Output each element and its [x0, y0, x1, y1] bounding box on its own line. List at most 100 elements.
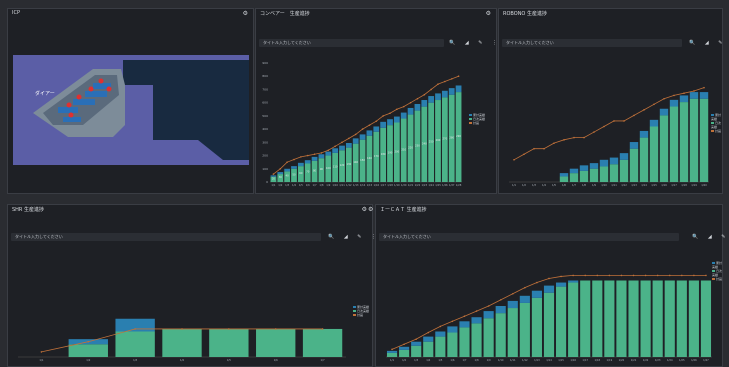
chart-toolbar[interactable]: 🔍 ◢ ✎ ⋮ — [449, 40, 501, 46]
plan-point — [389, 112, 391, 115]
plan-point — [560, 275, 562, 278]
y-tick-label: 400 — [262, 127, 268, 131]
x-tick-label: 1/3 — [414, 358, 418, 362]
bar-cumulative — [447, 326, 458, 333]
bar-cumulative — [459, 321, 470, 328]
bar-daily — [679, 102, 689, 182]
x-tick-label: 1/22 — [415, 183, 421, 187]
x-tick-label: 1/3 — [285, 183, 289, 187]
bar-cumulative — [619, 153, 629, 160]
plan-point — [396, 108, 398, 111]
bar-inner-label: 240 — [422, 141, 427, 145]
panel-title: ＩーＣＡＴ 生産進捗 — [380, 207, 427, 213]
bar-cumulative — [386, 350, 398, 353]
x-tick-label: 1/13 — [353, 183, 359, 187]
bar-daily — [579, 170, 589, 182]
x-tick-label: 1/1 — [512, 183, 516, 187]
bar-daily — [589, 168, 599, 182]
bar-cumulative — [507, 300, 518, 309]
x-tick-label: 1/18 — [387, 183, 393, 187]
y-tick-label: 0 — [266, 180, 268, 184]
bar-cumulative — [579, 165, 589, 171]
x-tick-label: 1/11 — [510, 358, 516, 362]
x-tick-label: 1/17 — [380, 183, 386, 187]
plan-point — [705, 274, 707, 277]
plan-point — [402, 105, 405, 108]
panel-icat: ＩーＣＡＴ 生産進捗 ⚙ タイトル入力してください 🔍 ◢ ✎ 1/1 1/2 1/… — [368, 204, 725, 367]
bar-daily — [619, 159, 629, 182]
x-tick-label: 1/24 — [667, 358, 673, 362]
bar-cumulative — [387, 119, 393, 126]
y-tick-label: 600 — [262, 101, 268, 105]
plan-point — [439, 325, 442, 328]
x-tick-label: 1/16 — [373, 183, 379, 187]
title-input[interactable]: タイトル入力してください — [379, 233, 679, 241]
plan-point — [348, 137, 350, 140]
chart-toolbar[interactable]: 🔍 ◢ ✎ ⋮ — [328, 234, 380, 240]
x-tick-label: 1/3 — [133, 358, 137, 362]
divider[interactable] — [7, 196, 723, 201]
x-tick-label: 1/9 — [592, 183, 596, 187]
x-tick-label: 1/6 — [274, 358, 278, 362]
x-tick-label: 1/19 — [607, 358, 613, 362]
bar-daily — [209, 328, 249, 357]
bar-cumulative — [599, 159, 609, 167]
plan-point — [272, 173, 275, 175]
title-input[interactable]: タイトル入力してください — [502, 39, 682, 47]
title-input[interactable]: タイトル入力してください — [11, 233, 321, 241]
bar-cumulative — [428, 96, 435, 103]
gear-icon[interactable]: ⚙ — [362, 206, 367, 213]
plan-point — [620, 274, 623, 277]
x-tick-label: 1/26 — [691, 358, 697, 362]
bar-inner-label: 210 — [401, 147, 406, 151]
panel-map: ICP ⚙ ダイアー — [7, 8, 254, 194]
panel-title: SHR 生産進捗 — [12, 207, 44, 213]
bar-inner-label: 280 — [449, 135, 454, 139]
chart-conveyor: 0 100 200 300 400 500 600 700 800 900 20 1/1 30 1/2 40… — [262, 61, 462, 187]
plan-point — [451, 320, 454, 323]
bar-cumulative — [411, 341, 422, 346]
x-tick-label: 1/27 — [703, 358, 709, 362]
chart-toolbar[interactable]: 🔍 ◢ ✎ — [689, 40, 726, 46]
bar-daily — [411, 345, 422, 357]
plan-point — [341, 141, 343, 144]
x-tick-label: 1/25 — [679, 358, 685, 362]
bar-cumulative — [441, 90, 448, 98]
title-input[interactable]: タイトル入力してください — [259, 39, 444, 47]
plan-point — [279, 167, 282, 170]
gear-icon[interactable]: ⚙ — [486, 10, 491, 17]
bar-daily — [559, 176, 569, 182]
bar-daily — [640, 280, 651, 357]
panel-title: コンベアー 生産進捗 — [260, 11, 310, 17]
panel-title: ROBONO 生産進捗 — [503, 11, 547, 17]
bar-cumulative — [400, 112, 407, 119]
x-tick-label: 1/7 — [313, 183, 317, 187]
x-tick-label: 1/20 — [401, 183, 407, 187]
x-tick-label: 1/10 — [498, 358, 504, 362]
gear-icon[interactable]: ⚙ — [243, 10, 248, 17]
bar-daily — [659, 115, 669, 182]
x-tick-label: 1/18 — [681, 183, 687, 187]
plan-point — [573, 136, 575, 139]
plan-point — [623, 120, 625, 122]
plan-point — [403, 343, 405, 346]
chart-robono: 1/1 1/2 1/3 1/4 1/5 1/6 1/7 1/8 1/9 1/10 1/11 1/12 1… — [509, 86, 709, 187]
x-tick-label: 1/5 — [438, 358, 442, 362]
plan-point — [463, 315, 466, 317]
x-tick-label: 1/15 — [367, 183, 373, 187]
legend: 累計実績 日次実績 計画 — [711, 113, 722, 133]
y-tick-label: 700 — [262, 87, 268, 91]
bar-daily — [616, 280, 627, 357]
panel-title: ICP — [12, 10, 20, 16]
map-view[interactable]: ダイアー — [13, 55, 249, 165]
bar-cumulative — [399, 346, 410, 350]
bar-daily — [628, 280, 639, 357]
gear-icon[interactable]: ⚙ — [368, 206, 373, 213]
bar-cumulative — [543, 285, 555, 293]
chart-toolbar[interactable]: 🔍 ◢ ✎ — [692, 234, 729, 240]
x-tick-label: 1/6 — [450, 358, 454, 362]
bar-cumulative — [519, 295, 530, 303]
plan-point — [437, 83, 439, 85]
bar-inner-label: 200 — [394, 149, 399, 153]
bar-daily — [676, 280, 687, 357]
